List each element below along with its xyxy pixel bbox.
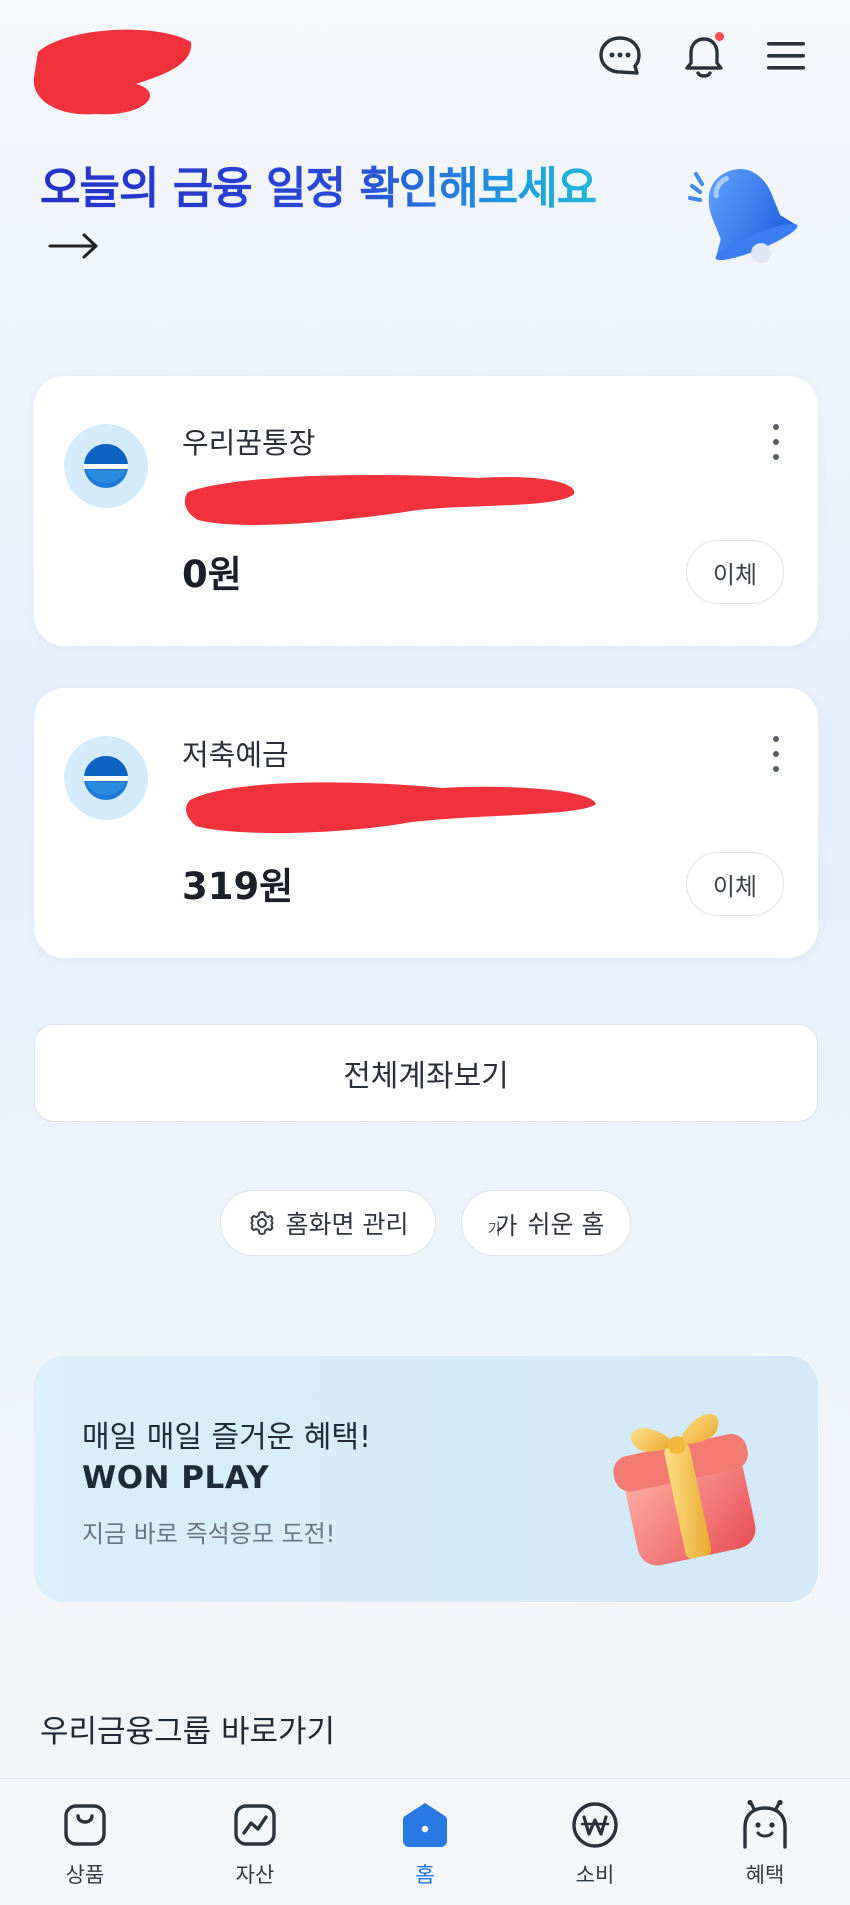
- account-name: 우리꿈통장: [182, 426, 316, 460]
- nav-label: 홈: [415, 1863, 435, 1887]
- nav-label: 소비: [575, 1863, 615, 1887]
- nav-item-assets[interactable]: 자산: [170, 1779, 340, 1905]
- nav-item-home[interactable]: 홈: [340, 1779, 510, 1905]
- banner-description: 지금 바로 즉석응모 도전!: [82, 1520, 336, 1548]
- notification-dot: [715, 32, 724, 41]
- account-number-redacted: [184, 474, 575, 525]
- bell-icon[interactable]: [676, 28, 732, 84]
- account-balance: 0원: [182, 553, 242, 596]
- schedule-headline[interactable]: 오늘의 금융 일정 확인해보세요: [40, 152, 597, 216]
- bottom-navigation: 상품 자산 홈 소비 혜택: [0, 1778, 850, 1905]
- hamburger-menu-icon[interactable]: [758, 28, 814, 84]
- banner-subtitle: WON PLAY: [82, 1460, 270, 1496]
- banner-title: 매일 매일 즐거운 혜택!: [82, 1420, 372, 1455]
- view-all-accounts-button[interactable]: 전체계좌보기: [34, 1024, 818, 1122]
- account-card[interactable]: 우리꿈통장 0원 이체: [34, 376, 818, 646]
- benefit-character-icon: [737, 1797, 793, 1853]
- home-icon: [397, 1797, 453, 1853]
- account-card[interactable]: 저축예금 319원 이체: [34, 688, 818, 958]
- nav-label: 혜택: [745, 1863, 785, 1887]
- account-name: 저축예금: [182, 738, 289, 772]
- arrow-right-icon[interactable]: [48, 226, 100, 266]
- nav-label: 상품: [65, 1863, 105, 1887]
- woori-bank-logo-icon: [64, 736, 148, 820]
- nav-item-spending[interactable]: 소비: [510, 1779, 680, 1905]
- bell-illustration: [688, 169, 798, 264]
- gift-box-illustration: [613, 1414, 756, 1566]
- nav-item-benefits[interactable]: 혜택: [680, 1779, 850, 1905]
- nav-item-products[interactable]: 상품: [0, 1779, 170, 1905]
- font-size-icon: 가가: [488, 1206, 518, 1241]
- font-size-big-glyph: 가: [495, 1211, 518, 1240]
- woori-bank-logo-icon: [64, 424, 148, 508]
- account-number-redacted: [186, 782, 596, 834]
- transfer-button[interactable]: 이체: [686, 852, 784, 916]
- logo-redacted: [33, 29, 192, 115]
- easy-home-button[interactable]: 가가 쉬운 홈: [461, 1190, 631, 1256]
- asset-chart-icon: [227, 1797, 283, 1853]
- more-options-icon[interactable]: [762, 732, 790, 776]
- chat-bubble-icon[interactable]: [592, 28, 648, 84]
- won-coin-icon: [567, 1797, 623, 1853]
- transfer-button[interactable]: 이체: [686, 540, 784, 604]
- gear-icon: [249, 1211, 274, 1235]
- nav-label: 자산: [235, 1863, 275, 1887]
- home-screen-manage-label: 홈화면 관리: [285, 1210, 409, 1239]
- won-play-banner[interactable]: 매일 매일 즐거운 혜택! WON PLAY 지금 바로 즉석응모 도전!: [34, 1356, 818, 1602]
- more-options-icon[interactable]: [762, 420, 790, 464]
- home-screen-manage-button[interactable]: 홈화면 관리: [220, 1190, 436, 1256]
- shopping-bag-icon: [57, 1797, 113, 1853]
- account-balance: 319원: [182, 865, 294, 908]
- woori-group-shortcuts-title: 우리금융그룹 바로가기: [40, 1714, 336, 1750]
- easy-home-label: 쉬운 홈: [527, 1210, 605, 1239]
